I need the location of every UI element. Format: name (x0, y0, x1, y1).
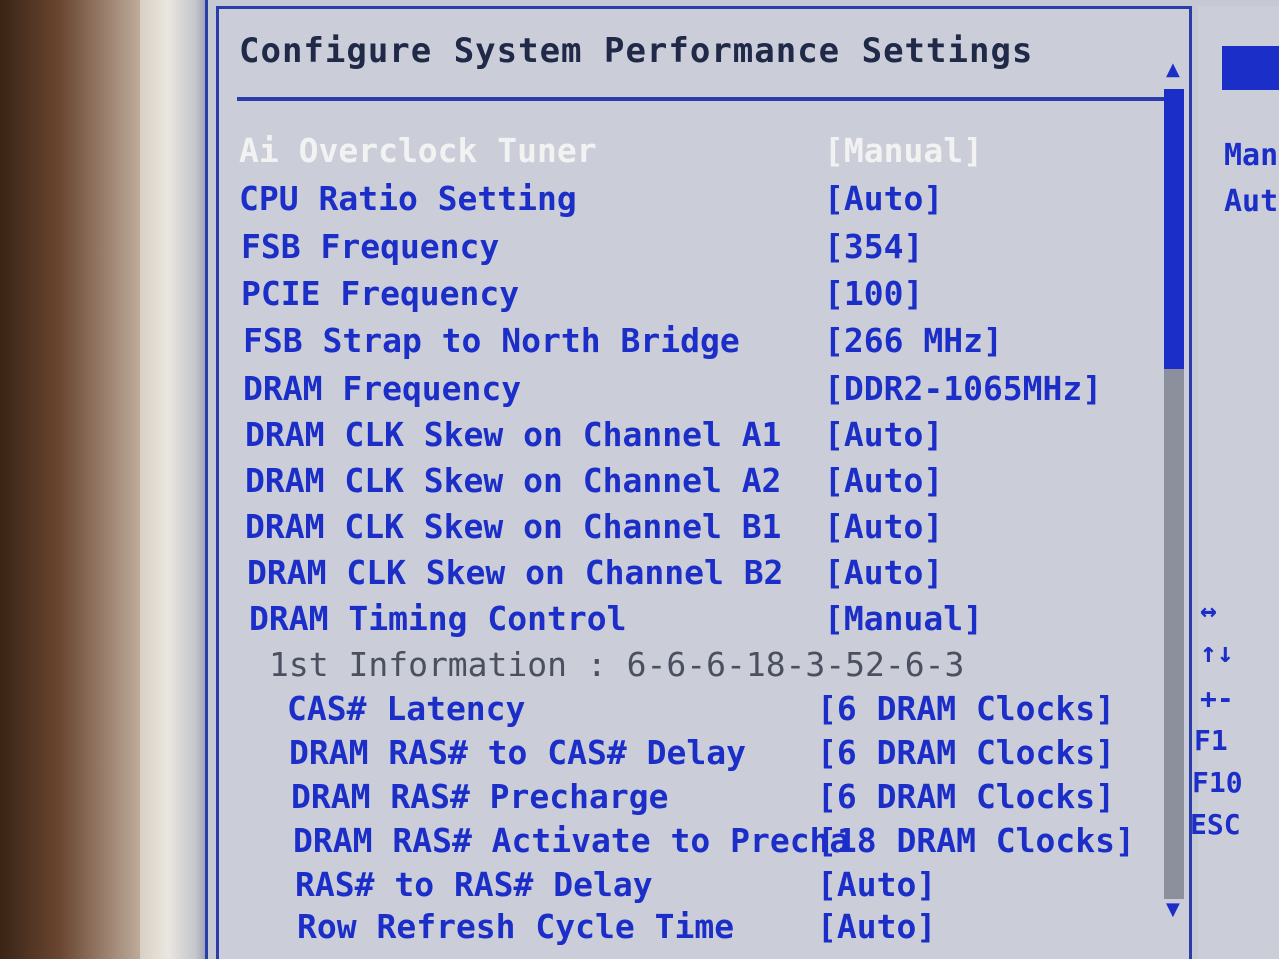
bios-screen: Configure System Performance Settings Ai… (205, 0, 1279, 959)
setting-label: Ai Overclock Tuner (239, 131, 597, 170)
setting-label: CPU Ratio Setting (239, 179, 577, 218)
settings-panel: Configure System Performance Settings Ai… (216, 6, 1192, 959)
setting-label: PCIE Frequency (241, 274, 520, 313)
setting-value[interactable]: [Manual] (824, 599, 983, 638)
setting-label: DRAM CLK Skew on Channel A2 (245, 461, 782, 500)
timing-info-line: 1st Information : 6-6-6-18-3-52-6-3 (269, 645, 965, 684)
timing-label: DRAM RAS# Activate to Precha (293, 821, 850, 860)
monitor-bezel (140, 0, 210, 959)
setting-label: DRAM Frequency (243, 369, 522, 408)
setting-value[interactable]: [Auto] (824, 461, 943, 500)
help-text-line-1: Manu (1224, 138, 1279, 173)
setting-value[interactable]: [DDR2-1065MHz] (824, 369, 1102, 408)
key-esc: ESC (1190, 808, 1241, 841)
timing-value[interactable]: [6 DRAM Clocks] (817, 733, 1115, 772)
title-divider (237, 97, 1177, 101)
up-arrow-icon[interactable]: ▲ (1166, 59, 1180, 80)
setting-value[interactable]: [Auto] (824, 415, 943, 454)
down-arrow-icon[interactable]: ▼ (1166, 899, 1180, 920)
help-header-bar (1222, 46, 1279, 90)
timing-value[interactable]: [Auto] (817, 865, 936, 904)
key-f10: F10 (1192, 766, 1243, 799)
setting-value[interactable]: [266 MHz] (824, 321, 1003, 360)
page-title: Configure System Performance Settings (239, 31, 1034, 71)
help-panel: Manu Auto ↔ ↑↓ +- F1 F10 ESC (1190, 6, 1279, 959)
setting-label: DRAM CLK Skew on Channel A1 (245, 415, 782, 454)
timing-label: CAS# Latency (287, 689, 526, 728)
setting-value[interactable]: [100] (824, 274, 923, 313)
help-text-line-2: Auto (1224, 184, 1279, 219)
key-plus-minus: +- (1200, 682, 1234, 715)
setting-value[interactable]: [Manual] (824, 131, 983, 170)
timing-value[interactable]: [18 DRAM Clocks] (817, 821, 1135, 860)
setting-value[interactable]: [Auto] (824, 179, 943, 218)
timing-value[interactable]: [6 DRAM Clocks] (817, 777, 1115, 816)
setting-value[interactable]: [Auto] (824, 553, 943, 592)
timing-label: DRAM RAS# Precharge (291, 777, 669, 816)
key-f1: F1 (1194, 724, 1228, 757)
timing-label: Row Refresh Cycle Time (297, 907, 735, 946)
setting-label: DRAM CLK Skew on Channel B1 (245, 507, 782, 546)
timing-value[interactable]: [6 DRAM Clocks] (817, 689, 1115, 728)
scrollbar-thumb[interactable] (1164, 89, 1184, 369)
setting-label: FSB Frequency (241, 227, 500, 266)
timing-value[interactable]: [Auto] (817, 907, 936, 946)
key-left-right: ↔ (1200, 594, 1217, 627)
setting-label: DRAM CLK Skew on Channel B2 (247, 553, 784, 592)
timing-label: RAS# to RAS# Delay (295, 865, 653, 904)
key-up-down: ↑↓ (1200, 636, 1234, 669)
setting-label: FSB Strap to North Bridge (243, 321, 740, 360)
setting-label: DRAM Timing Control (249, 599, 627, 638)
setting-value[interactable]: [Auto] (824, 507, 943, 546)
photo-stage: Configure System Performance Settings Ai… (0, 0, 1279, 959)
setting-value[interactable]: [354] (824, 227, 923, 266)
timing-label: DRAM RAS# to CAS# Delay (289, 733, 746, 772)
